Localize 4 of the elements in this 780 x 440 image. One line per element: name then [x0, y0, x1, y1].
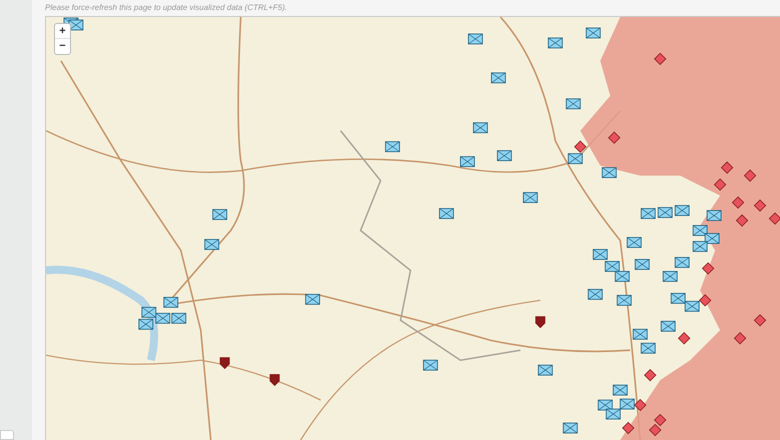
refresh-notice: Please force-refresh this page to update visualized data (CTRL+F5).: [45, 2, 288, 14]
panel-tab[interactable]: [0, 430, 14, 440]
zoom-button[interactable]: −: [55, 39, 70, 54]
zoom-button[interactable]: +: [55, 24, 70, 39]
